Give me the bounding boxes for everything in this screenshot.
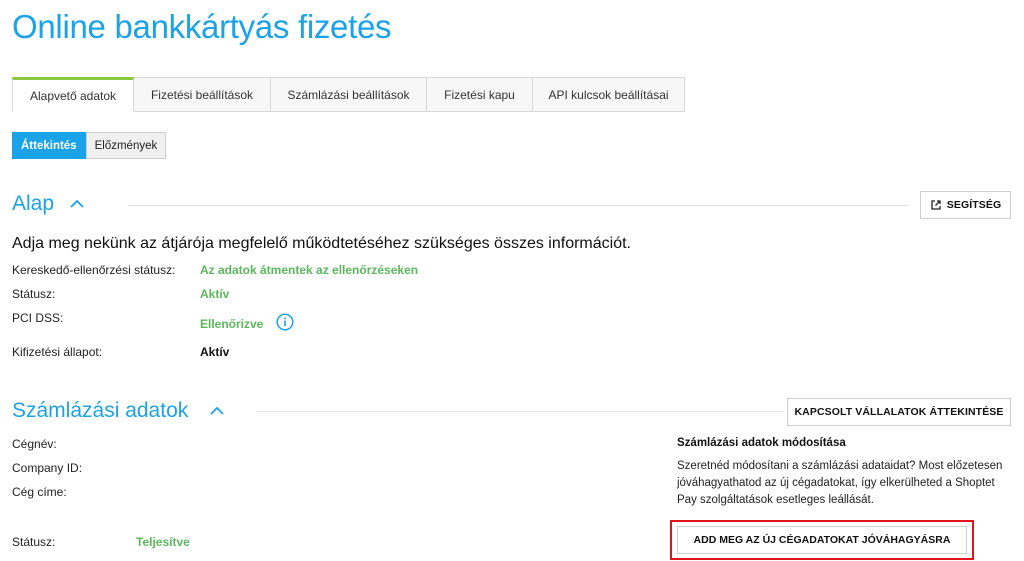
help-button-label: SEGÍTSÉG xyxy=(946,199,1002,211)
billing-change-title: Számlázási adatok módosítása xyxy=(677,437,846,449)
external-link-icon xyxy=(931,200,941,210)
pci-dss-label: PCI DSS: xyxy=(12,311,64,325)
basic-section-title: Alap xyxy=(12,192,55,215)
page-title: Online bankkártyás fizetés xyxy=(12,8,392,45)
billing-status-value: Teljesítve xyxy=(136,535,190,549)
payout-status-label: Kifizetési állapot: xyxy=(12,345,103,359)
info-circle-icon[interactable] xyxy=(276,313,294,331)
chevron-up-icon[interactable] xyxy=(208,402,226,420)
company-id-label: Company ID: xyxy=(12,461,83,475)
basic-section-header: Alap xyxy=(12,192,86,216)
basic-section-divider xyxy=(128,205,908,206)
payout-status-value: Aktív xyxy=(200,345,230,359)
subtabs: Áttekintés Előzmények xyxy=(12,132,167,159)
help-button[interactable]: SEGÍTSÉG xyxy=(920,191,1011,219)
main-tabs: Alapvető adatok Fizetési beállítások Szá… xyxy=(12,77,685,112)
status-label: Státusz: xyxy=(12,287,56,301)
company-address-label: Cég címe: xyxy=(12,485,67,499)
submit-new-company-data-button[interactable]: ADD MEG AZ ÚJ CÉGADATOKAT JÓVÁHAGYÁSRA xyxy=(677,526,967,554)
pci-dss-value: Ellenőrizve xyxy=(200,317,264,331)
billing-section-divider xyxy=(256,411,784,412)
billing-section-title: Számlázási adatok xyxy=(12,399,189,422)
basic-intro-text: Adja meg nekünk az átjárója megfelelő mű… xyxy=(12,235,631,252)
tab-fizetesi-beallitasok[interactable]: Fizetési beállítások xyxy=(134,77,271,112)
tab-api-kulcsok[interactable]: API kulcsok beállításai xyxy=(533,77,685,112)
related-companies-button[interactable]: KAPCSOLT VÁLLALATOK ÁTTEKINTÉSE xyxy=(787,398,1011,426)
status-value: Aktív xyxy=(200,287,230,301)
billing-section-header: Számlázási adatok xyxy=(12,399,226,423)
tab-szamlazasi-beallitasok[interactable]: Számlázási beállítások xyxy=(271,77,427,112)
merchant-status-value: Az adatok átmentek az ellenőrzéseken xyxy=(200,263,419,277)
chevron-up-icon[interactable] xyxy=(68,195,86,213)
tab-fizetesi-kapu[interactable]: Fizetési kapu xyxy=(427,77,533,112)
merchant-status-label: Kereskedő-ellenőrzési státusz: xyxy=(12,263,176,277)
billing-status-label: Státusz: xyxy=(12,535,56,549)
billing-change-text: Szeretnéd módosítani a számlázási adatai… xyxy=(677,460,1003,506)
tab-alapveto-adatok[interactable]: Alapvető adatok xyxy=(12,77,134,112)
company-name-label: Cégnév: xyxy=(12,437,57,451)
subtab-elozmenyek[interactable]: Előzmények xyxy=(85,132,167,159)
subtab-attekintes[interactable]: Áttekintés xyxy=(12,132,86,159)
